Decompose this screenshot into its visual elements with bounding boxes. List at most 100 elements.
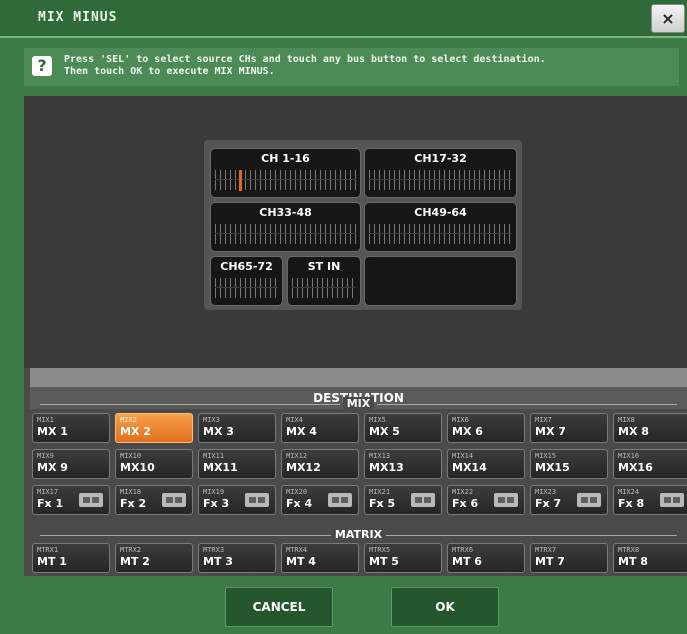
mix-bus-button-mix16[interactable]: MIX16 MX16 <box>613 449 687 479</box>
effect-rack-icon <box>245 493 269 507</box>
mix-bus-button-mix21[interactable]: MIX21 Fx 5 <box>364 485 442 515</box>
matrix-section-label: MATRIX <box>30 528 687 542</box>
bus-number-label: MIX1 <box>37 416 54 424</box>
mix-bus-button-mix23[interactable]: MIX23 Fx 7 <box>530 485 608 515</box>
bus-name-label: Fx 7 <box>535 497 562 510</box>
fader-strip <box>292 278 356 298</box>
bus-name-label: MX 3 <box>203 425 234 438</box>
channel-block-65-72[interactable]: CH65-72 <box>210 256 283 306</box>
bus-number-label: MIX12 <box>286 452 308 460</box>
bus-number-label: MIX18 <box>120 488 142 496</box>
bus-name-label: MX 1 <box>37 425 68 438</box>
effect-rack-icon <box>494 493 518 507</box>
mix-bus-button-mix5[interactable]: MIX5 MX 5 <box>364 413 442 443</box>
mix-bus-button-mix17[interactable]: MIX17 Fx 1 <box>32 485 110 515</box>
mix-bus-button-mix13[interactable]: MIX13 MX13 <box>364 449 442 479</box>
empty-channel-slot <box>364 256 517 306</box>
mix-bus-button-mix1[interactable]: MIX1 MX 1 <box>32 413 110 443</box>
bus-name-label: Fx 1 <box>37 497 64 510</box>
mix-bus-button-mix12[interactable]: MIX12 MX12 <box>281 449 359 479</box>
channel-block-1-16[interactable]: CH 1-16 <box>210 148 361 198</box>
bus-name-label: MT 4 <box>286 555 316 568</box>
bus-number-label: MIX24 <box>618 488 640 496</box>
bus-name-label: Fx 2 <box>120 497 147 510</box>
bus-name-label: MT 8 <box>618 555 648 568</box>
mix-bus-button-mix7[interactable]: MIX7 MX 7 <box>530 413 608 443</box>
mix-bus-button-mix2[interactable]: MIX2 MX 2 <box>115 413 193 443</box>
bus-name-label: MX14 <box>452 461 487 474</box>
mix-bus-button-mix20[interactable]: MIX20 Fx 4 <box>281 485 359 515</box>
bus-name-label: MT 2 <box>120 555 150 568</box>
bus-number-label: MTRX6 <box>452 546 474 554</box>
mix-bus-button-mix22[interactable]: MIX22 Fx 6 <box>447 485 525 515</box>
help-icon[interactable]: ? <box>32 56 52 76</box>
bus-name-label: MT 6 <box>452 555 482 568</box>
bus-number-label: MIX22 <box>452 488 474 496</box>
bus-number-label: MIX14 <box>452 452 474 460</box>
bus-name-label: Fx 8 <box>618 497 645 510</box>
bus-name-label: MX11 <box>203 461 238 474</box>
matrix-bus-button-mtrx3[interactable]: MTRX3 MT 3 <box>198 543 276 573</box>
bus-number-label: MTRX2 <box>120 546 142 554</box>
bus-name-label: MX 7 <box>535 425 566 438</box>
bus-number-label: MIX23 <box>535 488 557 496</box>
bus-number-label: MIX9 <box>37 452 54 460</box>
destination-header-strip <box>30 368 687 388</box>
bus-name-label: MX16 <box>618 461 653 474</box>
bus-number-label: MTRX1 <box>37 546 59 554</box>
bus-number-label: MIX11 <box>203 452 225 460</box>
channel-block-49-64[interactable]: CH49-64 <box>364 202 517 252</box>
matrix-bus-button-mtrx1[interactable]: MTRX1 MT 1 <box>32 543 110 573</box>
ok-button[interactable]: OK <box>391 587 499 627</box>
close-button[interactable]: × <box>651 4 685 33</box>
matrix-bus-button-mtrx6[interactable]: MTRX6 MT 6 <box>447 543 525 573</box>
bus-number-label: MIX10 <box>120 452 142 460</box>
mix-bus-button-mix19[interactable]: MIX19 Fx 3 <box>198 485 276 515</box>
footer-bar <box>24 576 687 634</box>
title-bar: MIX MINUS × <box>0 0 687 38</box>
bus-number-label: MIX4 <box>286 416 303 424</box>
fader-strip <box>369 224 512 244</box>
mix-bus-button-mix9[interactable]: MIX9 MX 9 <box>32 449 110 479</box>
mix-bus-button-mix15[interactable]: MIX15 MX15 <box>530 449 608 479</box>
effect-rack-icon <box>411 493 435 507</box>
mix-bus-button-mix11[interactable]: MIX11 MX11 <box>198 449 276 479</box>
channel-group: CH 1-16 CH17-32 CH33-48 CH49-64 CH65-72 … <box>204 140 522 310</box>
bus-number-label: MIX8 <box>618 416 635 424</box>
matrix-bus-button-mtrx4[interactable]: MTRX4 MT 4 <box>281 543 359 573</box>
bus-name-label: MX15 <box>535 461 570 474</box>
matrix-bus-button-mtrx8[interactable]: MTRX8 MT 8 <box>613 543 687 573</box>
mix-bus-button-mix10[interactable]: MIX10 MX10 <box>115 449 193 479</box>
matrix-bus-button-mtrx5[interactable]: MTRX5 MT 5 <box>364 543 442 573</box>
bus-name-label: MX 6 <box>452 425 483 438</box>
mix-bus-button-mix24[interactable]: MIX24 Fx 8 <box>613 485 687 515</box>
bus-name-label: MX12 <box>286 461 321 474</box>
cancel-button[interactable]: CANCEL <box>225 587 333 627</box>
mix-bus-button-mix6[interactable]: MIX6 MX 6 <box>447 413 525 443</box>
bus-number-label: MIX17 <box>37 488 59 496</box>
channel-label: ST IN <box>307 260 341 273</box>
bus-name-label: Fx 4 <box>286 497 313 510</box>
bus-name-label: Fx 6 <box>452 497 479 510</box>
matrix-bus-button-mtrx7[interactable]: MTRX7 MT 7 <box>530 543 608 573</box>
help-bar: ? Press 'SEL' to select source CHs and t… <box>24 48 679 86</box>
mix-bus-button-mix4[interactable]: MIX4 MX 4 <box>281 413 359 443</box>
bus-name-label: MX10 <box>120 461 155 474</box>
bus-name-label: MX 2 <box>120 425 151 438</box>
mix-bus-button-mix8[interactable]: MIX8 MX 8 <box>613 413 687 443</box>
channel-block-st-in[interactable]: ST IN <box>287 256 361 306</box>
channel-block-17-32[interactable]: CH17-32 <box>364 148 517 198</box>
mix-bus-button-mix18[interactable]: MIX18 Fx 2 <box>115 485 193 515</box>
bus-name-label: MX 4 <box>286 425 317 438</box>
fader-strip <box>215 278 278 298</box>
mix-bus-button-mix3[interactable]: MIX3 MX 3 <box>198 413 276 443</box>
bus-name-label: MT 3 <box>203 555 233 568</box>
bus-number-label: MIX19 <box>203 488 225 496</box>
channel-label: CH 1-16 <box>261 152 310 165</box>
bus-name-label: MX 5 <box>369 425 400 438</box>
mix-bus-button-mix14[interactable]: MIX14 MX14 <box>447 449 525 479</box>
channel-block-33-48[interactable]: CH33-48 <box>210 202 361 252</box>
matrix-bus-button-mtrx2[interactable]: MTRX2 MT 2 <box>115 543 193 573</box>
bus-number-label: MIX16 <box>618 452 640 460</box>
effect-rack-icon <box>577 493 601 507</box>
